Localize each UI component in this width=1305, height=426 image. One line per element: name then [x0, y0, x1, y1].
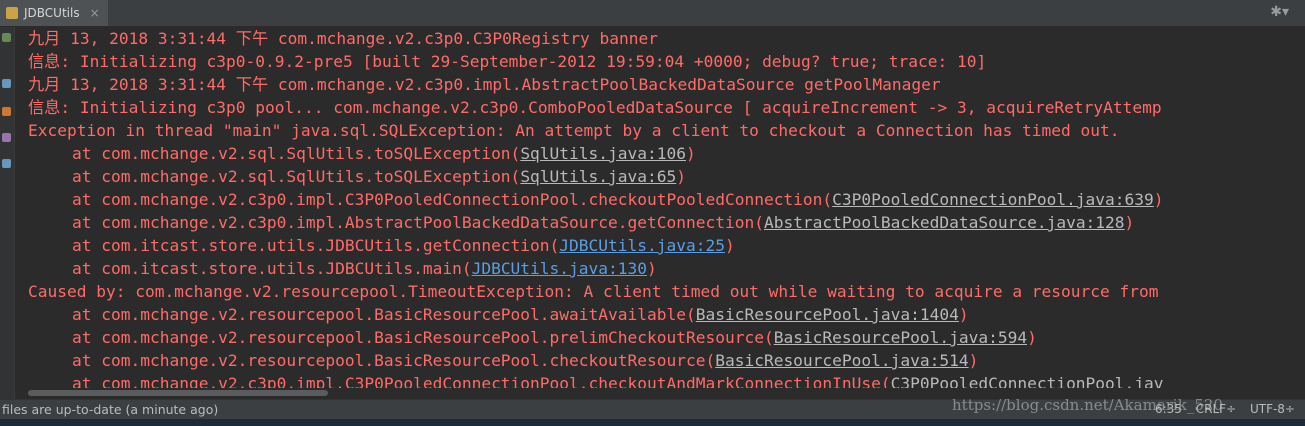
- tool-gutter: [0, 27, 15, 399]
- status-message: files are up-to-date (a minute ago): [2, 402, 219, 417]
- file-encoding[interactable]: UTF-8÷: [1250, 402, 1295, 416]
- source-link[interactable]: C3P0PooledConnectionPool.java:639: [832, 190, 1154, 209]
- source-link[interactable]: BasicResourcePool.java:594: [774, 328, 1027, 347]
- console-text: ): [958, 305, 969, 324]
- print-icon[interactable]: [2, 107, 11, 116]
- watermark: https://blog.csdn.net/Akamarik_520: [952, 396, 1223, 414]
- console-text: at com.mchange.v2.c3p0.impl.AbstractPool…: [72, 213, 764, 232]
- console-text: 信息: Initializing c3p0-0.9.2-pre5 [built …: [28, 52, 987, 71]
- log-line: 信息: Initializing c3p0 pool... com.mchang…: [28, 96, 1305, 119]
- gear-icon[interactable]: ✱▾: [1270, 4, 1289, 20]
- console-text: ): [676, 167, 686, 186]
- log-line: Caused by: com.mchange.v2.resourcepool.T…: [28, 280, 1305, 303]
- console-text: ): [686, 144, 696, 163]
- rerun-icon[interactable]: [2, 33, 11, 42]
- console-text: at com.itcast.store.utils.JDBCUtils.main…: [72, 259, 472, 278]
- log-line: 信息: Initializing c3p0-0.9.2-pre5 [built …: [28, 50, 1305, 73]
- scroll-icon[interactable]: [2, 79, 11, 88]
- source-link[interactable]: AbstractPoolBackedDataSource.java:128: [764, 213, 1125, 232]
- console-text: Exception in thread "main" java.sql.SQLE…: [28, 121, 1120, 140]
- editor-tab-bar: JDBCUtils × ✱▾: [0, 0, 1305, 27]
- console-text: ): [724, 236, 735, 255]
- tab-jdbcutils[interactable]: JDBCUtils ×: [0, 0, 108, 26]
- stack-frame-line: at com.mchange.v2.sql.SqlUtils.toSQLExce…: [28, 142, 1305, 165]
- source-link[interactable]: BasicResourcePool.java:1404: [696, 305, 959, 324]
- console-text: at com.mchange.v2.sql.SqlUtils.toSQLExce…: [72, 167, 521, 186]
- console-text: Caused by: com.mchange.v2.resourcepool.T…: [28, 282, 1159, 301]
- console-text: 信息: Initializing c3p0 pool... com.mchang…: [28, 98, 1162, 117]
- stack-frame-line: at com.mchange.v2.c3p0.impl.C3P0PooledCo…: [28, 188, 1305, 211]
- close-icon[interactable]: ×: [90, 6, 100, 20]
- console-text: ): [968, 351, 979, 370]
- console-text: 九月 13, 2018 3:31:44 下午 com.mchange.v2.c3…: [28, 29, 659, 48]
- console-output[interactable]: 九月 13, 2018 3:31:44 下午 com.mchange.v2.c3…: [28, 27, 1305, 389]
- stack-frame-line: at com.itcast.store.utils.JDBCUtils.main…: [28, 257, 1305, 280]
- console-text: 九月 13, 2018 3:31:44 下午 com.mchange.v2.c3…: [28, 75, 941, 94]
- source-link[interactable]: BasicResourcePool.java:514: [715, 351, 968, 370]
- stack-frame-line: at com.mchange.v2.c3p0.impl.C3P0PooledCo…: [28, 372, 1305, 389]
- stack-frame-line: at com.mchange.v2.resourcepool.BasicReso…: [28, 303, 1305, 326]
- os-taskbar: [0, 419, 1305, 426]
- source-link[interactable]: SqlUtils.java:106: [520, 144, 686, 163]
- source-link[interactable]: SqlUtils.java:65: [520, 167, 676, 186]
- console-text: ): [647, 259, 657, 278]
- stack-frame-line: at com.itcast.store.utils.JDBCUtils.getC…: [28, 234, 1305, 257]
- stack-frame-line: at com.mchange.v2.sql.SqlUtils.toSQLExce…: [28, 165, 1305, 188]
- source-link[interactable]: C3P0PooledConnectionPool.jav: [891, 374, 1164, 389]
- settings-icon[interactable]: [2, 133, 11, 142]
- console-text: at com.itcast.store.utils.JDBCUtils.getC…: [72, 236, 560, 255]
- console-text: at com.mchange.v2.resourcepool.BasicReso…: [72, 351, 716, 370]
- console-text: ): [1153, 190, 1164, 209]
- source-link[interactable]: JDBCUtils.java:130: [472, 259, 647, 278]
- tab-label: JDBCUtils: [24, 6, 80, 20]
- log-line: 九月 13, 2018 3:31:44 下午 com.mchange.v2.c3…: [28, 73, 1305, 96]
- filter-icon[interactable]: [2, 159, 11, 168]
- console-text: at com.mchange.v2.sql.SqlUtils.toSQLExce…: [72, 144, 521, 163]
- stack-frame-line: at com.mchange.v2.resourcepool.BasicReso…: [28, 326, 1305, 349]
- java-file-icon: [6, 7, 18, 19]
- log-line: Exception in thread "main" java.sql.SQLE…: [28, 119, 1305, 142]
- stack-frame-line: at com.mchange.v2.c3p0.impl.AbstractPool…: [28, 211, 1305, 234]
- console-text: at com.mchange.v2.resourcepool.BasicReso…: [72, 328, 774, 347]
- console-text: ): [1027, 328, 1037, 347]
- scrollbar-thumb[interactable]: [28, 390, 328, 396]
- console-text: at com.mchange.v2.c3p0.impl.C3P0PooledCo…: [72, 190, 833, 209]
- console-text: at com.mchange.v2.resourcepool.BasicReso…: [72, 305, 696, 324]
- source-link[interactable]: JDBCUtils.java:25: [559, 236, 725, 255]
- console-text: at com.mchange.v2.c3p0.impl.C3P0PooledCo…: [72, 374, 891, 389]
- log-line: 九月 13, 2018 3:31:44 下午 com.mchange.v2.c3…: [28, 27, 1305, 50]
- stack-frame-line: at com.mchange.v2.resourcepool.BasicReso…: [28, 349, 1305, 372]
- console-text: ): [1124, 213, 1135, 232]
